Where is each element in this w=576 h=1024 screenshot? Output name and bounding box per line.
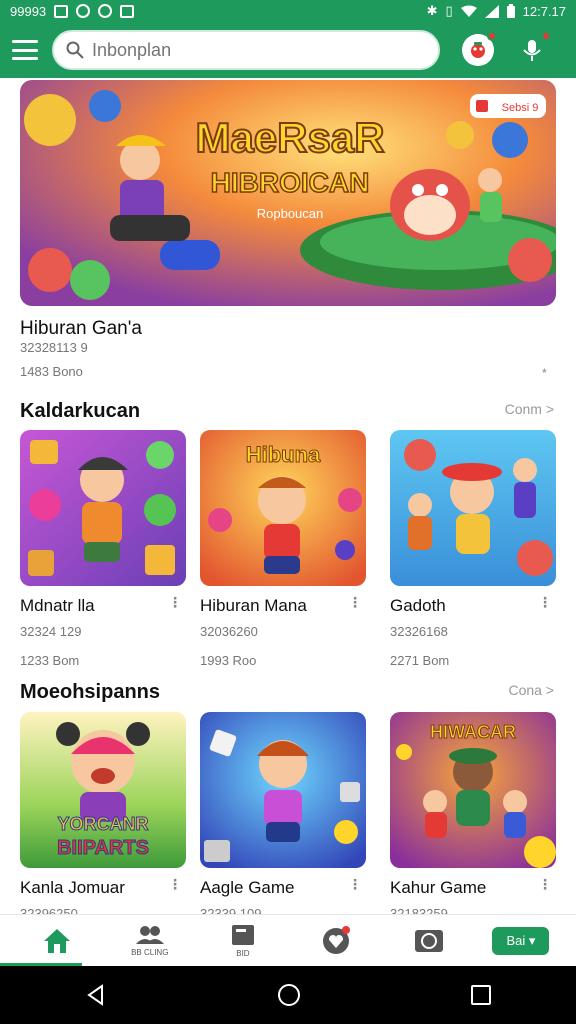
game-meta-1: 32339 109 [200,906,262,914]
thumbnail-title: HIWACAR [430,722,516,742]
status-time: 12:7.17 [522,3,566,19]
featured-meta-2: 1483 Bono [20,364,83,379]
more-options-icon[interactable]: ⋮ [538,876,552,893]
system-navigation-bar [0,966,576,1024]
app-bar [0,22,576,78]
nav-home[interactable] [27,917,87,965]
game-title: Gadoth [390,596,446,615]
chat-icon [415,929,444,952]
game-thumbnail: YORCANR BIIPARTS [20,712,186,868]
nav-action-button[interactable]: Bai ▾ [492,926,550,955]
game-thumbnail [200,712,366,868]
game-title: Hiburan Mana [200,596,307,615]
notification-icon [98,4,113,18]
featured-title: Hiburan Gan'a [20,318,142,339]
banner-title: MaeRsaR [195,114,384,161]
file-icon [231,925,254,945]
game-card[interactable]: Mdnatr lla 32324 129 1233 Bom ⋮ [20,430,186,668]
bottom-navigation: BB CLING BID Bai ▾ [0,914,576,966]
game-title: Mdnatr lla [20,596,95,615]
gift-icon[interactable] [462,31,497,66]
game-meta-2: 2271 Bom [390,653,450,668]
people-icon [135,926,164,944]
game-card[interactable]: Gadoth 32326168 2271 Bom ⋮ [390,430,556,668]
game-card[interactable]: HIWACAR Kahur Game 32183259 ⋮ [390,712,556,914]
section-title-1: Kaldarkucan [20,400,141,422]
main-content: MaeRsaR HIBROICAN Ropboucan Sebsi 9 Hibu… [0,78,576,914]
section-title-2: Moeohsipanns [20,681,161,703]
nav-files-label: BID [236,949,250,958]
status-left: 99993 [10,3,135,19]
thumbnail-title: Hibuna [246,442,321,467]
featured-more-menu[interactable]: * [542,366,547,380]
more-options-icon[interactable]: ⋮ [348,594,362,611]
back-icon[interactable] [84,983,108,1007]
section-1-more-link[interactable]: Conm > [505,401,554,417]
mic-icon[interactable] [516,31,551,66]
nav-messages[interactable] [399,917,459,965]
game-meta-1: 32326168 [390,624,448,639]
status-right: ✱ ▯ 12:7.17 [427,3,566,19]
banner-subtitle: HIBROICAN [211,167,370,198]
section-2-more-link[interactable]: Cona > [508,682,554,698]
game-thumbnail [20,430,186,586]
recents-icon[interactable] [470,984,492,1006]
battery-icon [506,4,515,18]
game-meta-1: 32036260 [200,624,258,639]
nav-people-label: BB CLING [131,948,169,957]
bluetooth-icon: ✱ [426,3,438,18]
home-circle-icon[interactable] [276,982,302,1008]
search-input[interactable] [92,39,412,61]
wifi-icon [460,5,477,17]
game-card[interactable]: Aagle Game 32339 109 ⋮ [200,712,366,914]
game-meta-2: 1233 Bom [20,653,80,668]
banner-badge-text: Sebsi 9 [502,102,539,114]
search-bar[interactable] [52,30,440,70]
home-icon [43,928,70,953]
notification-icon [54,4,69,18]
more-options-icon[interactable]: ⋮ [538,594,552,611]
game-meta-1: 32183259 [390,906,448,914]
nav-action-label: Bai [506,932,526,948]
featured-meta-1: 32328113 9 [20,340,88,355]
vibrate-icon: ▯ [445,3,453,18]
hamburger-menu-icon[interactable] [12,40,38,60]
banner-image: MaeRsaR HIBROICAN Ropboucan Sebsi 9 [20,80,556,306]
heart-icon [323,925,351,954]
status-bar: 99993 ✱ ▯ 12:7.17 [0,0,576,22]
game-title: Aagle Game [200,878,295,897]
game-meta-1: 32396250 [20,906,78,914]
game-thumbnail [390,430,556,586]
banner-tagline: Ropboucan [257,206,324,221]
game-thumbnail: Hibuna [200,430,366,586]
game-card[interactable]: YORCANR BIIPARTS Kanla Jomuar 32396250 ⋮ [20,712,186,914]
more-options-icon[interactable]: ⋮ [168,876,182,893]
game-meta-2: 1993 Roo [200,653,257,668]
notification-icon [120,4,135,18]
signal-icon [484,4,499,18]
status-left-text: 99993 [10,3,47,19]
game-card[interactable]: Hibuna Hiburan Mana 32036260 1993 Roo ⋮ [200,430,366,668]
featured-banner[interactable]: MaeRsaR HIBROICAN Ropboucan Sebsi 9 [20,80,556,306]
nav-files[interactable]: BID [213,917,273,965]
thumbnail-title-1: YORCANR [57,814,148,834]
badge-icon [476,100,488,112]
game-thumbnail: HIWACAR [390,712,556,868]
search-icon [66,41,84,59]
more-options-icon[interactable]: ⋮ [168,594,182,611]
game-meta-1: 32324 129 [20,624,82,639]
game-title: Kanla Jomuar [20,878,125,897]
thumbnail-title-2: BIIPARTS [57,837,149,859]
game-title: Kahur Game [390,878,487,897]
nav-people[interactable]: BB CLING [120,917,180,965]
notification-icon [76,4,91,18]
more-options-icon[interactable]: ⋮ [348,876,362,893]
nav-favorites[interactable] [306,917,366,965]
